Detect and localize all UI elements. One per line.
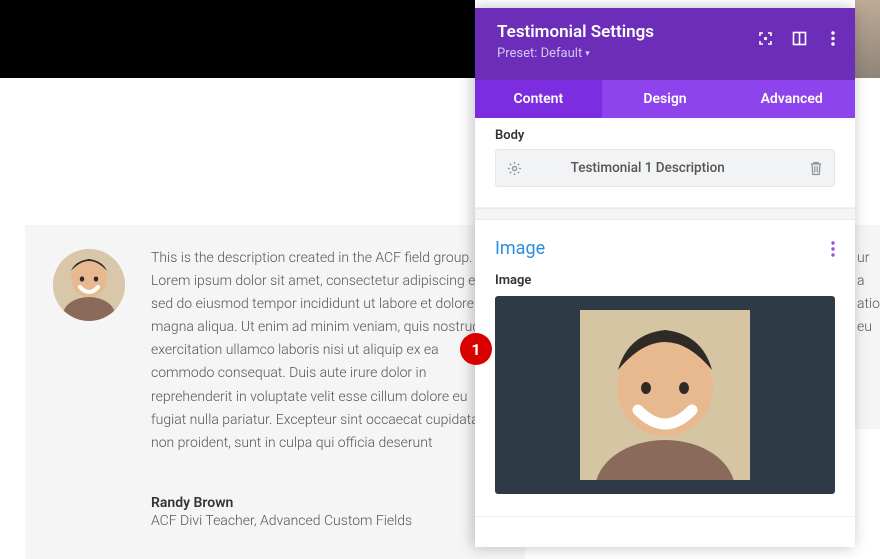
trash-icon[interactable] <box>808 160 824 176</box>
image-section-header[interactable]: Image <box>495 238 835 259</box>
panel-header-actions <box>757 30 841 46</box>
testimonial-body: This is the description created in the A… <box>151 247 497 529</box>
testimonial-card: This is the description created in the A… <box>25 225 525 559</box>
panel-header: Testimonial Settings Preset: Default <box>475 8 855 80</box>
tab-design[interactable]: Design <box>602 80 729 118</box>
image-upload-well[interactable] <box>495 296 835 494</box>
fragment-text: ur a <box>857 250 869 289</box>
gear-icon[interactable] <box>506 160 522 176</box>
annotation-marker: 1 <box>460 333 492 365</box>
second-testimonial-fragment: ur a atio eu <box>855 225 880 429</box>
image-section-title: Image <box>495 238 545 259</box>
fragment-text: atio <box>857 296 880 312</box>
hero-image-fragment <box>855 0 880 78</box>
selected-image-preview <box>580 310 750 480</box>
tab-content[interactable]: Content <box>475 80 602 118</box>
testimonial-author: Randy Brown <box>151 495 497 511</box>
avatar-illustration <box>53 249 125 321</box>
expand-icon[interactable] <box>791 30 807 46</box>
image-field-label: Image <box>495 273 835 288</box>
section-more-icon[interactable] <box>831 241 835 257</box>
panel-tabs: Content Design Advanced <box>475 80 855 118</box>
module-settings-panel: Testimonial Settings Preset: Default Con… <box>475 8 855 547</box>
annotation-number: 1 <box>471 340 480 359</box>
dark-hero-band <box>0 0 475 78</box>
preset-selector[interactable]: Preset: Default <box>497 46 590 61</box>
focus-icon[interactable] <box>757 30 773 46</box>
dynamic-content-value: Testimonial 1 Description <box>571 160 725 176</box>
body-field-label: Body <box>495 128 835 143</box>
testimonial-description: This is the description created in the A… <box>151 247 497 455</box>
fragment-text: eu <box>857 319 872 335</box>
testimonial-role: ACF Divi Teacher, Advanced Custom Fields <box>151 513 497 529</box>
more-icon[interactable] <box>825 30 841 46</box>
dynamic-content-row[interactable]: Testimonial 1 Description <box>495 149 835 187</box>
testimonial-avatar <box>53 249 125 321</box>
tab-advanced[interactable]: Advanced <box>728 80 855 118</box>
right-background-strip: ur a atio eu <box>855 0 880 547</box>
